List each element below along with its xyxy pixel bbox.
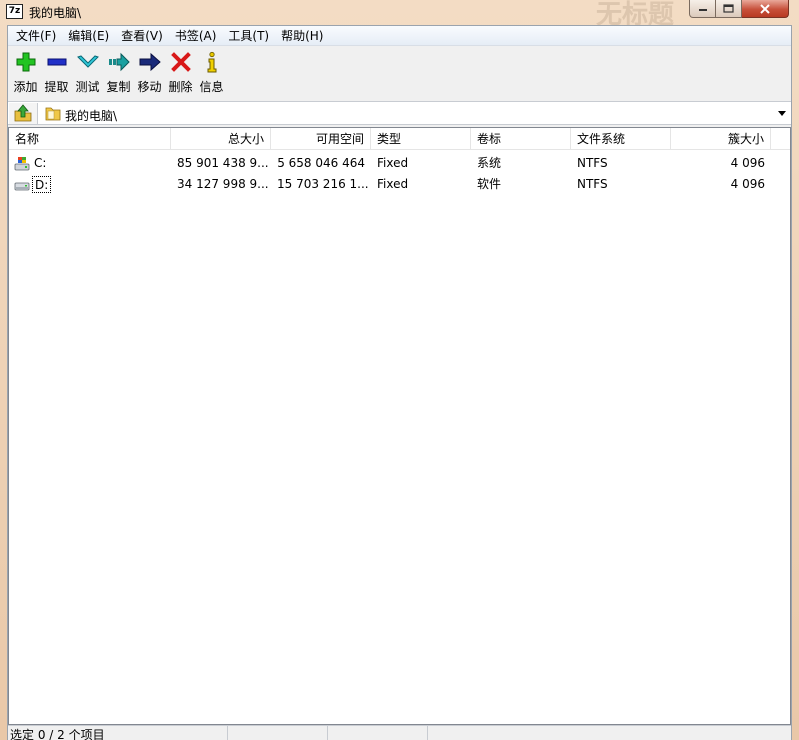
extract-label: 提取 bbox=[44, 80, 69, 94]
add-button[interactable]: 添加 bbox=[10, 46, 41, 98]
address-bar: 我的电脑\ bbox=[8, 101, 791, 125]
column-cluster-size[interactable]: 簇大小 bbox=[671, 128, 771, 150]
info-button[interactable]: 信息 bbox=[196, 46, 227, 98]
extract-button[interactable]: 提取 bbox=[41, 46, 72, 98]
info-label: 信息 bbox=[199, 80, 224, 94]
menu-bar: 文件(F) 编辑(E) 查看(V) 书签(A) 工具(T) 帮助(H) bbox=[8, 26, 791, 46]
cell-total-size: 85 901 438 9... bbox=[177, 156, 269, 170]
address-path[interactable]: 我的电脑\ bbox=[65, 107, 117, 124]
copy-button[interactable]: 复制 bbox=[103, 46, 134, 98]
test-label: 测试 bbox=[75, 80, 100, 94]
maximize-icon bbox=[723, 4, 734, 13]
menu-view[interactable]: 查看(V) bbox=[115, 26, 169, 46]
close-icon bbox=[760, 3, 770, 14]
menu-edit[interactable]: 编辑(E) bbox=[62, 26, 115, 46]
column-header: 名称 总大小 可用空间 类型 卷标 文件系统 簇大小 bbox=[9, 128, 790, 150]
cell-file-system: NTFS bbox=[577, 156, 608, 170]
toolbar: 添加 提取 测试 复制 移动 删除 信息 bbox=[8, 46, 791, 98]
system-drive-icon bbox=[14, 157, 30, 171]
chevron-down-icon bbox=[778, 111, 786, 116]
cell-total-size: 34 127 998 9... bbox=[177, 177, 269, 191]
column-name[interactable]: 名称 bbox=[9, 128, 171, 150]
cell-cluster-size: 4 096 bbox=[730, 156, 765, 170]
column-type[interactable]: 类型 bbox=[371, 128, 471, 150]
table-row[interactable]: D: 34 127 998 9... 15 703 216 1... Fixed… bbox=[9, 174, 790, 195]
folder-icon bbox=[45, 107, 61, 121]
delete-icon bbox=[171, 52, 191, 72]
delete-label: 删除 bbox=[168, 80, 193, 94]
cell-type: Fixed bbox=[377, 177, 409, 191]
copy-label: 复制 bbox=[106, 80, 131, 94]
drive-name: D: bbox=[32, 176, 52, 193]
window-controls bbox=[689, 0, 789, 18]
7zip-app-icon[interactable]: 7z bbox=[6, 4, 23, 19]
window-title: 我的电脑\ bbox=[29, 6, 82, 20]
move-label: 移动 bbox=[137, 80, 162, 94]
column-file-system[interactable]: 文件系统 bbox=[571, 128, 671, 150]
menu-tools[interactable]: 工具(T) bbox=[222, 26, 275, 46]
title-bar[interactable]: 7z 我的电脑\ 无标题 bbox=[0, 0, 799, 30]
cell-volume-label: 系统 bbox=[477, 156, 502, 170]
cell-file-system: NTFS bbox=[577, 177, 608, 191]
menu-file[interactable]: 文件(F) bbox=[10, 26, 62, 46]
extract-icon bbox=[47, 58, 67, 66]
hard-drive-icon bbox=[14, 182, 30, 191]
status-bar: 选定 0 / 2 个项目 bbox=[8, 725, 791, 740]
menu-help[interactable]: 帮助(H) bbox=[275, 26, 329, 46]
minimize-icon bbox=[698, 8, 707, 11]
cell-free-space: 5 658 046 464 bbox=[277, 156, 365, 170]
maximize-button[interactable] bbox=[716, 0, 742, 18]
test-icon bbox=[77, 55, 99, 68]
status-selection: 选定 0 / 2 个项目 bbox=[8, 726, 228, 740]
up-folder-icon bbox=[14, 104, 32, 122]
info-icon bbox=[207, 51, 217, 73]
menu-bookmarks[interactable]: 书签(A) bbox=[169, 26, 223, 46]
app-window: 7z 我的电脑\ 无标题 文件(F) 编辑(E) 查看(V) 书签(A) 工具(… bbox=[0, 0, 799, 740]
file-list[interactable]: 名称 总大小 可用空间 类型 卷标 文件系统 簇大小 C: 85 901 438… bbox=[8, 127, 791, 725]
column-volume-label[interactable]: 卷标 bbox=[471, 128, 571, 150]
status-packed-size bbox=[328, 726, 428, 740]
add-label: 添加 bbox=[13, 80, 38, 94]
status-extra bbox=[428, 726, 791, 740]
column-free-space[interactable]: 可用空间 bbox=[271, 128, 371, 150]
drive-name: C: bbox=[34, 156, 47, 170]
copy-icon bbox=[109, 52, 130, 72]
cell-free-space: 15 703 216 1... bbox=[277, 177, 369, 191]
minimize-button[interactable] bbox=[689, 0, 716, 18]
move-button[interactable]: 移动 bbox=[134, 46, 165, 98]
test-button[interactable]: 测试 bbox=[72, 46, 103, 98]
status-size bbox=[228, 726, 328, 740]
client-area: 文件(F) 编辑(E) 查看(V) 书签(A) 工具(T) 帮助(H) 添加 提… bbox=[7, 25, 792, 740]
table-row[interactable]: C: 85 901 438 9... 5 658 046 464 Fixed 系… bbox=[9, 153, 790, 174]
close-button[interactable] bbox=[742, 0, 789, 18]
add-icon bbox=[16, 52, 36, 72]
cell-type: Fixed bbox=[377, 156, 409, 170]
column-total-size[interactable]: 总大小 bbox=[171, 128, 271, 150]
up-folder-button[interactable] bbox=[9, 103, 38, 124]
cell-volume-label: 软件 bbox=[477, 177, 502, 191]
cell-cluster-size: 4 096 bbox=[730, 177, 765, 191]
delete-button[interactable]: 删除 bbox=[165, 46, 196, 98]
move-icon bbox=[139, 52, 161, 72]
address-dropdown-button[interactable] bbox=[774, 104, 790, 123]
